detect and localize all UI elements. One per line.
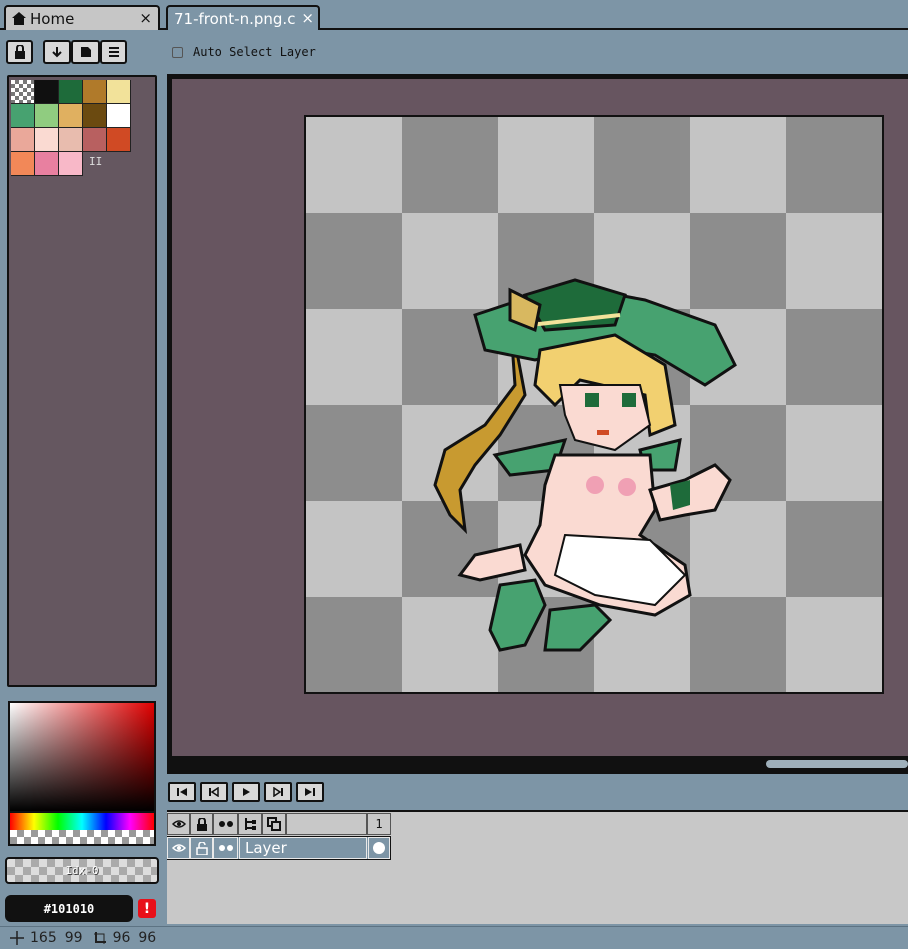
crosshair-icon <box>10 931 24 945</box>
next-frame-button[interactable] <box>264 782 292 802</box>
play-button[interactable] <box>232 782 260 802</box>
skip-forward-icon <box>305 788 315 796</box>
auto-select-label: Auto Select Layer <box>193 45 316 59</box>
tab-bar: Home × 71-front-n.png.c × <box>0 0 908 30</box>
close-icon[interactable]: × <box>301 9 314 27</box>
continuous-icon <box>218 821 233 827</box>
toggle-all-lock[interactable] <box>190 813 213 835</box>
menu-icon <box>108 47 119 57</box>
save-palette-button[interactable] <box>71 40 100 64</box>
step-forward-icon <box>273 787 283 797</box>
lock-icon <box>14 45 25 59</box>
tab-home-label: Home <box>30 9 75 28</box>
palette-swatch[interactable] <box>59 104 83 128</box>
unlock-icon <box>195 841 208 855</box>
file-icon <box>80 47 91 57</box>
palette-menu-button[interactable] <box>100 40 127 64</box>
toggle-all-visibility[interactable] <box>167 813 190 835</box>
home-icon <box>12 12 26 25</box>
layer-blend-button[interactable] <box>262 813 286 835</box>
squares-icon <box>267 817 281 831</box>
hue-slider[interactable] <box>8 813 156 830</box>
palette-swatch[interactable] <box>107 80 131 104</box>
import-button[interactable] <box>43 40 71 64</box>
scrollbar-thumb[interactable] <box>766 760 908 768</box>
palette-swatch[interactable] <box>83 104 107 128</box>
sprite-size-icon <box>93 932 106 944</box>
status-bar: 165 99 96 96 <box>0 926 908 949</box>
auto-select-layer-toggle[interactable]: Auto Select Layer <box>172 45 316 59</box>
close-icon[interactable]: × <box>139 9 152 27</box>
layer-continuous-toggle[interactable] <box>213 837 238 859</box>
sprite-height: 96 <box>138 930 157 946</box>
layer-cel[interactable] <box>368 837 390 859</box>
palette-swatch[interactable] <box>107 128 131 152</box>
palette-swatch[interactable] <box>107 104 131 128</box>
tab-file[interactable]: 71-front-n.png.c × <box>166 5 320 30</box>
palette-swatch[interactable] <box>11 152 35 176</box>
skip-back-icon <box>177 788 187 796</box>
palette-swatch[interactable] <box>11 80 35 104</box>
palette-swatch[interactable] <box>83 128 107 152</box>
palette-swatch[interactable] <box>59 128 83 152</box>
palette-swatch[interactable] <box>35 104 59 128</box>
prev-frame-button[interactable] <box>200 782 228 802</box>
cursor-y: 99 <box>64 930 83 946</box>
last-frame-button[interactable] <box>296 782 324 802</box>
palette-extra-mark: II <box>89 155 103 168</box>
arrow-down-icon <box>52 47 62 58</box>
color-index-label: Idx-0 <box>65 864 99 877</box>
color-index-field[interactable]: Idx-0 <box>5 857 159 884</box>
palette-swatch[interactable] <box>59 152 83 176</box>
alpha-slider[interactable] <box>8 830 156 846</box>
saturation-value-picker[interactable] <box>8 701 156 813</box>
palette-swatch[interactable] <box>11 104 35 128</box>
toggle-all-continuous[interactable] <box>213 813 238 835</box>
palette-swatch[interactable] <box>11 128 35 152</box>
layer-tree-button[interactable] <box>238 813 262 835</box>
play-icon <box>243 788 250 796</box>
layer-visibility-toggle[interactable] <box>167 837 190 859</box>
continuous-icon <box>218 845 233 851</box>
lock-button[interactable] <box>6 40 33 64</box>
palette-swatch[interactable] <box>35 152 59 176</box>
palette-swatch[interactable] <box>35 128 59 152</box>
first-frame-button[interactable] <box>168 782 196 802</box>
sprite-width: 96 <box>112 930 131 946</box>
palette-swatch[interactable] <box>59 80 83 104</box>
warning-icon[interactable]: ! <box>138 899 156 918</box>
step-back-icon <box>209 787 219 797</box>
palette-swatch[interactable] <box>35 80 59 104</box>
auto-select-checkbox[interactable] <box>172 46 183 58</box>
lock-icon <box>196 817 207 831</box>
tab-file-label: 71-front-n.png.c <box>174 9 296 28</box>
eye-icon <box>171 844 186 852</box>
hex-color-field[interactable]: #101010 <box>5 895 133 922</box>
cel-dot-icon <box>373 842 385 854</box>
eye-icon <box>171 820 186 828</box>
cursor-x: 165 <box>30 930 57 946</box>
layer-lock-toggle[interactable] <box>190 837 213 859</box>
layer-header-spacer <box>286 813 367 835</box>
hex-color-value: #101010 <box>43 901 95 916</box>
palette-swatch[interactable] <box>83 80 107 104</box>
tree-icon <box>245 818 256 830</box>
frame-number[interactable]: 1 <box>367 813 391 835</box>
sprite-artwork <box>433 278 737 652</box>
layer-name[interactable]: Layer <box>239 837 367 859</box>
tab-home[interactable]: Home × <box>4 5 160 30</box>
